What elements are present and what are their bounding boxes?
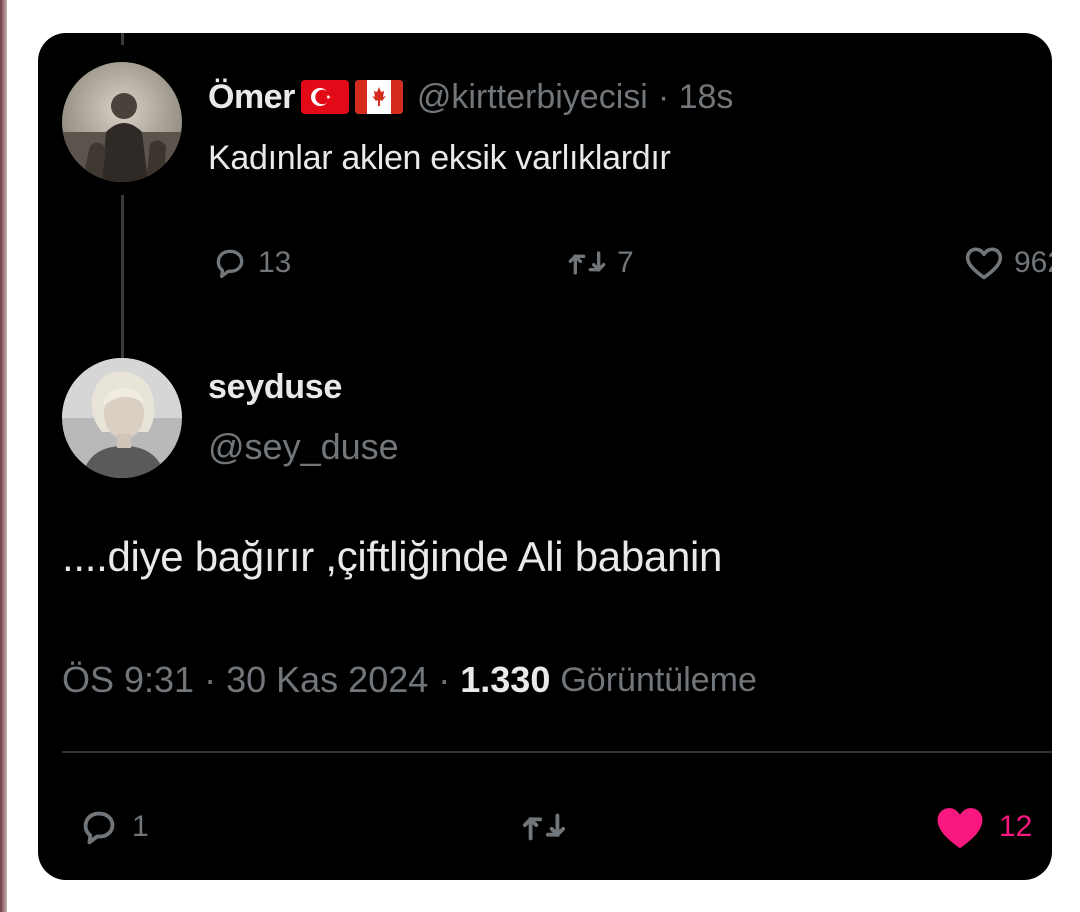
thread-line [121,195,124,375]
parent-reply-button[interactable]: 13 [210,238,291,288]
reply-reply-button[interactable]: 1 [76,799,149,855]
parent-repost-button[interactable]: 7 [565,238,634,288]
reply-post-meta: ÖS 9:31 · 30 Kas 2024 · 1.330 Görüntülem… [62,655,757,705]
divider [62,751,1052,753]
background-edge [0,0,7,912]
parent-post-header: Ömer @kirtterbiyecisi · 18s [208,72,733,122]
reply-post-text: ....diye bağırır ,çiftliğinde Ali babani… [62,533,723,580]
reply-like-count: 12 [999,810,1033,843]
reply-avatar[interactable] [62,358,182,478]
parent-author-handle[interactable]: @kirtterbiyecisi [417,78,648,117]
meta-separator: · [438,659,451,700]
parent-post-text: Kadınlar aklen eksik varlıklardır [208,139,671,177]
parent-like-button[interactable]: 962 [962,238,1052,288]
parent-reply-count: 13 [258,246,292,279]
parent-post-time[interactable]: · 18s [658,78,734,117]
reply-post-date[interactable]: 30 Kas 2024 [226,659,428,701]
reply-reply-count: 1 [132,810,149,843]
parent-avatar[interactable] [62,62,182,182]
repost-icon [519,804,569,850]
views-count: 1.330 [460,659,551,700]
parent-repost-count: 7 [617,246,634,279]
reply-icon [76,804,122,850]
heart-icon [931,801,989,853]
heart-icon [962,243,1006,283]
turkey-flag-icon [300,80,349,114]
parent-author-name[interactable]: Ömer [208,78,295,117]
reply-post-actions: 1 12 [76,799,1036,855]
parent-post-actions: 13 7 962 [210,238,1052,288]
reply-like-button[interactable]: 12 [931,799,1032,855]
tweet-card: Ömer @kirtterbiyecisi · 18s Kadınlar akl… [38,33,1052,880]
reply-author-handle[interactable]: @sey_duse [208,426,399,468]
reply-repost-button[interactable] [519,799,569,855]
parent-like-count: 962 [1014,246,1052,279]
canada-flag-icon [354,80,403,114]
reply-post-time[interactable]: ÖS 9:31 [62,659,194,701]
thread-line-top [121,33,124,45]
reply-author-name[interactable]: seyduse [208,368,342,407]
meta-separator: · [204,659,217,700]
views-label[interactable]: Görüntüleme [560,661,757,700]
repost-icon [565,243,609,283]
reply-icon [210,243,250,283]
